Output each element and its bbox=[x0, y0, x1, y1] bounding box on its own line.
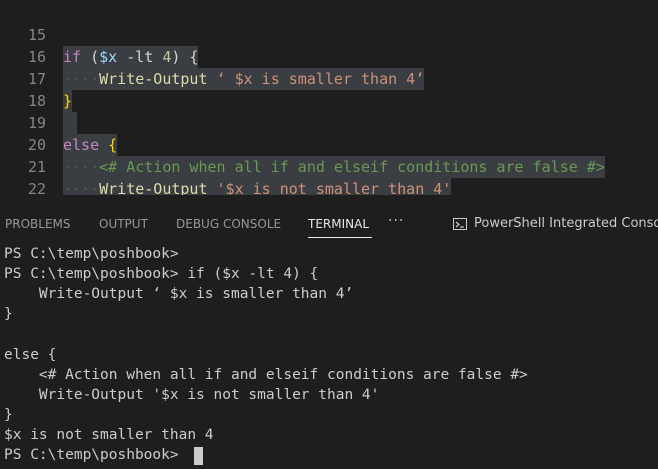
terminal-line: <# Action when all if and elseif conditi… bbox=[4, 366, 528, 383]
console-name: PowerShell Integrated Console bbox=[474, 216, 658, 231]
editor-line-23: 23 bbox=[0, 180, 658, 195]
terminal-line: } bbox=[4, 306, 13, 323]
terminal-line: } bbox=[4, 406, 13, 423]
terminal-icon bbox=[453, 217, 467, 230]
editor-line-19: 19 else { bbox=[0, 90, 658, 156]
editor-line-16: 16 ····Write-Output ‘ $x is smaller than… bbox=[0, 24, 658, 90]
active-tab-indicator bbox=[308, 237, 372, 238]
tab-problems[interactable]: PROBLEMS bbox=[5, 215, 71, 233]
terminal-line: PS C:\temp\poshbook> if ($x -lt 4) { bbox=[4, 266, 319, 283]
editor-line-15: 15 if ($x -lt 4) { bbox=[0, 2, 658, 68]
panel-tab-bar: PROBLEMS OUTPUT DEBUG CONSOLE TERMINAL ·… bbox=[0, 204, 658, 240]
editor-line-22: 22 } bbox=[0, 156, 658, 195]
terminal-selector[interactable]: PowerShell Integrated Console bbox=[452, 214, 658, 234]
terminal-line: else { bbox=[4, 346, 57, 363]
editor-line-21: 21 ····Write-Output '$x is not smaller t… bbox=[0, 134, 658, 195]
terminal-line: Write-Output '$x is not smaller than 4' bbox=[4, 386, 380, 403]
more-actions-icon[interactable]: ··· bbox=[388, 213, 404, 229]
editor-line-18: 18 bbox=[0, 68, 658, 134]
tab-debug-console[interactable]: DEBUG CONSOLE bbox=[176, 215, 281, 233]
terminal-cursor bbox=[194, 447, 203, 465]
tab-terminal[interactable]: TERMINAL bbox=[308, 215, 369, 233]
terminal-output[interactable]: PS C:\temp\poshbook> PS C:\temp\poshbook… bbox=[0, 240, 658, 469]
terminal-prompt: PS C:\temp\poshbook> bbox=[4, 447, 188, 463]
terminal-line: Write-Output ‘ $x is smaller than 4’ bbox=[4, 286, 354, 303]
editor-line-20: 20 ····<# Action when all if and elseif … bbox=[0, 112, 658, 178]
terminal-line: $x is not smaller than 4 bbox=[4, 426, 214, 443]
editor-line-17: 17 } bbox=[0, 46, 658, 112]
tab-output[interactable]: OUTPUT bbox=[99, 215, 148, 233]
code-editor[interactable]: 15 if ($x -lt 4) { 16 ····Write-Output ‘… bbox=[0, 0, 658, 195]
vscode-window: 15 if ($x -lt 4) { 16 ····Write-Output ‘… bbox=[0, 0, 658, 469]
terminal-line: PS C:\temp\poshbook> bbox=[4, 246, 179, 262]
